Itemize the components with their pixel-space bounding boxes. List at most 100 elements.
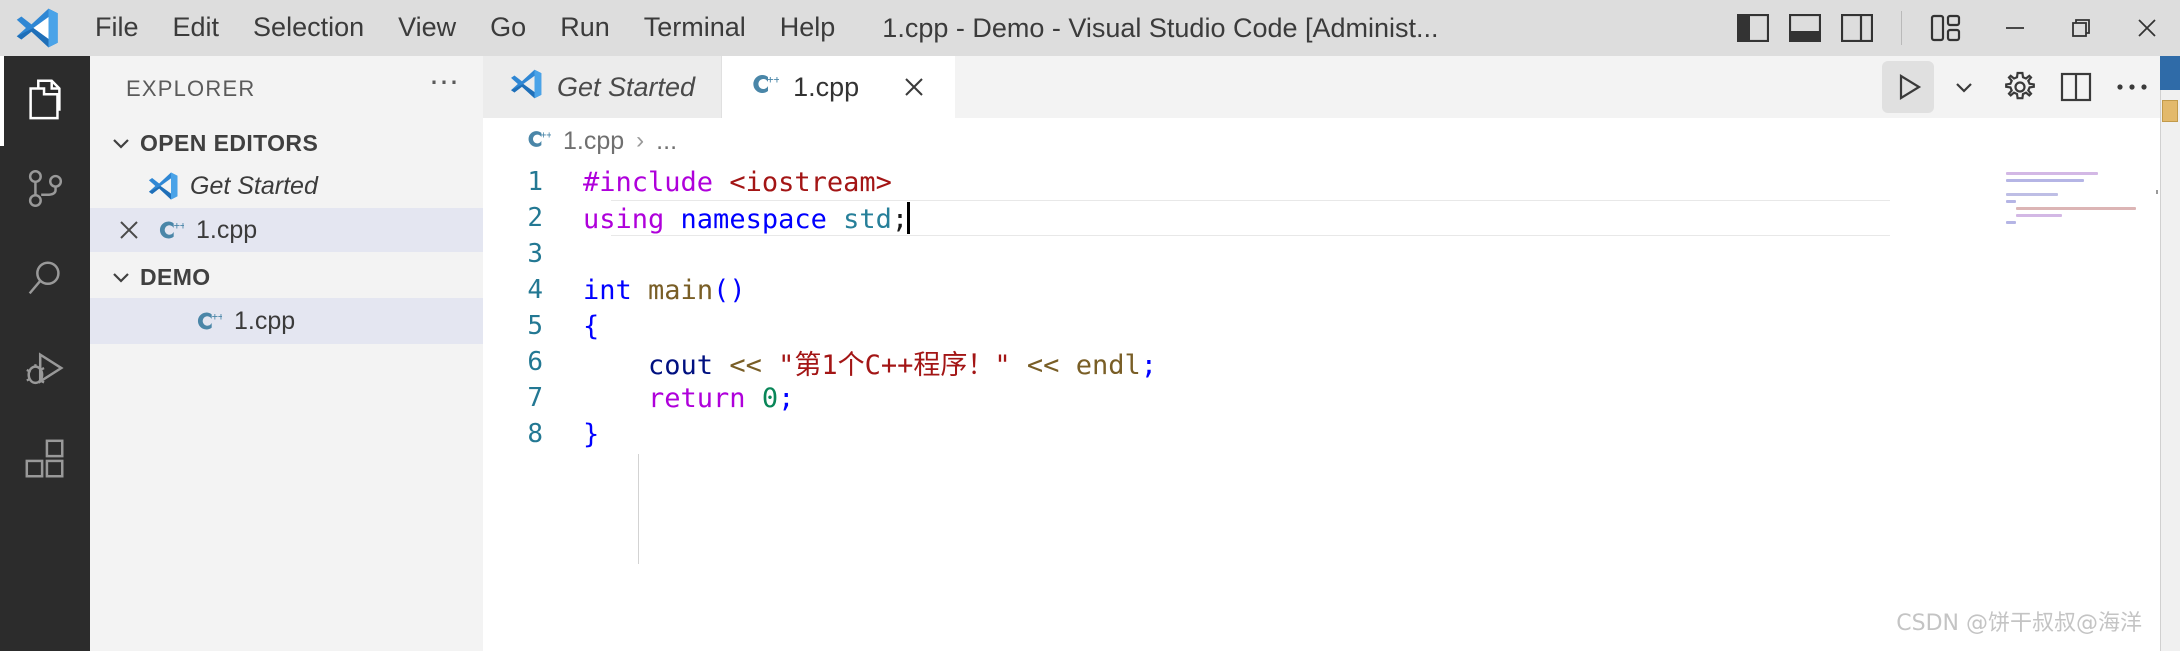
divider xyxy=(1901,11,1902,45)
list-item-label: Get Started xyxy=(190,171,318,200)
code-line-text[interactable]: int main() xyxy=(583,275,746,306)
code-line-text[interactable]: cout << "第1个C++程序！" << endl; xyxy=(583,343,1157,382)
cpp-file-icon: ++ xyxy=(747,68,781,107)
sidebar-item-search[interactable] xyxy=(0,236,90,326)
list-item[interactable]: Get Started xyxy=(90,164,483,208)
toggle-primary-sidebar-icon[interactable] xyxy=(1735,10,1771,46)
section-open-editors[interactable]: OPEN EDITORS xyxy=(90,122,483,164)
code-line-text[interactable]: return 0; xyxy=(583,383,794,414)
menu-item-run[interactable]: Run xyxy=(543,9,627,47)
code-token: int xyxy=(583,274,632,306)
menu-item-terminal[interactable]: Terminal xyxy=(627,9,763,47)
close-button[interactable] xyxy=(2114,0,2180,56)
line-number: 2 xyxy=(527,203,543,233)
code-line-text[interactable]: { xyxy=(583,311,599,342)
svg-text:++: ++ xyxy=(174,220,184,232)
more-actions-icon[interactable] xyxy=(2106,61,2158,113)
menu-item-edit[interactable]: Edit xyxy=(156,9,237,47)
tab-1-cpp[interactable]: ++ 1.cpp xyxy=(721,56,956,118)
split-editor-icon[interactable] xyxy=(2050,61,2102,113)
tab-get-started[interactable]: Get Started xyxy=(483,56,722,118)
gear-icon[interactable] xyxy=(1994,61,2046,113)
text-cursor xyxy=(907,201,911,234)
code-token: 0 xyxy=(761,382,779,414)
files-icon xyxy=(22,76,68,127)
code-editor[interactable]: 1 #include <iostream> 2 using namespace std… xyxy=(483,164,2180,651)
code-token: #include xyxy=(583,166,730,198)
code-token: return xyxy=(648,382,746,414)
sidebar-item-explorer[interactable] xyxy=(0,56,90,146)
customize-layout-icon[interactable] xyxy=(1928,10,1964,46)
list-item[interactable]: ++ 1.cpp xyxy=(90,298,483,344)
run-options-button[interactable] xyxy=(1938,61,1990,113)
line-number: 1 xyxy=(527,167,543,197)
minimize-button[interactable] xyxy=(1982,0,2048,56)
code-token: cout xyxy=(648,349,714,381)
editor-actions xyxy=(1882,56,2180,118)
menu-item-go[interactable]: Go xyxy=(473,9,543,47)
close-icon[interactable] xyxy=(112,217,146,243)
watermark: CSDN @饼干叔叔@海洋 xyxy=(1896,611,2142,636)
code-line: 8} xyxy=(483,416,2180,452)
code-token: using xyxy=(583,203,665,235)
code-line: 5{ xyxy=(483,308,2180,344)
sidebar-item-source-control[interactable] xyxy=(0,146,90,236)
menu-item-help[interactable]: Help xyxy=(763,9,853,47)
code-token: } xyxy=(583,418,600,450)
sidebar-item-extensions[interactable] xyxy=(0,416,90,506)
svg-text:++: ++ xyxy=(541,130,552,141)
paste-icon xyxy=(2162,100,2178,122)
breadcrumb: ++ 1.cpp › ... xyxy=(483,118,2180,164)
code-line-text[interactable]: #include <iostream> xyxy=(583,167,892,198)
list-item-label: 1.cpp xyxy=(234,306,296,335)
more-actions-icon[interactable]: ⋯ xyxy=(429,68,461,104)
code-token: << xyxy=(729,349,762,381)
line-number: 7 xyxy=(527,383,543,413)
toggle-panel-icon[interactable] xyxy=(1787,10,1823,46)
code-line: 7 return 0; xyxy=(483,380,2180,416)
menu-item-view[interactable]: View xyxy=(381,9,473,47)
tab-bar: Get Started ++ 1.cpp xyxy=(483,56,2180,118)
code-token: << xyxy=(1026,349,1060,381)
title-bar-right xyxy=(1717,0,2180,56)
breadcrumb-file[interactable]: 1.cpp xyxy=(563,127,624,156)
code-token: main xyxy=(648,274,714,306)
code-token: namespace xyxy=(680,203,827,235)
source-control-icon xyxy=(22,166,68,217)
tab-label: 1.cpp xyxy=(793,71,860,102)
sidebar-item-run-and-debug[interactable] xyxy=(0,326,90,416)
svg-text:++: ++ xyxy=(212,311,222,323)
maximize-button[interactable] xyxy=(2048,0,2114,56)
run-code-button[interactable] xyxy=(1882,61,1934,113)
minimap[interactable] xyxy=(2006,172,2156,232)
code-line-text[interactable]: using namespace std; xyxy=(583,201,911,235)
indent-guide xyxy=(638,454,639,564)
menu-bar: File Edit Selection View Go Run Terminal… xyxy=(78,9,852,47)
section-demo[interactable]: DEMO xyxy=(90,256,483,298)
cpp-file-icon: ++ xyxy=(523,125,552,158)
code-token: () xyxy=(713,274,746,306)
line-number: 6 xyxy=(527,347,543,377)
menu-item-selection[interactable]: Selection xyxy=(236,9,381,47)
code-token: ; xyxy=(778,382,795,414)
breadcrumb-more[interactable]: ... xyxy=(656,127,677,156)
close-icon[interactable] xyxy=(899,72,929,102)
menu-item-file[interactable]: File xyxy=(78,9,156,47)
explorer-sidebar: EXPLORER ⋯ OPEN EDITORS Get Started + 1.… xyxy=(90,56,483,651)
section-label: OPEN EDITORS xyxy=(140,129,319,156)
chevron-down-icon xyxy=(108,264,134,290)
code-line-text[interactable]: } xyxy=(583,419,599,450)
activity-bar xyxy=(0,56,90,651)
toggle-secondary-sidebar-icon[interactable] xyxy=(1839,10,1875,46)
editor-group: Get Started ++ 1.cpp ++ 1.cpp › ... 1 #i… xyxy=(483,56,2180,651)
list-item[interactable]: ++ 1.cpp xyxy=(90,208,483,252)
